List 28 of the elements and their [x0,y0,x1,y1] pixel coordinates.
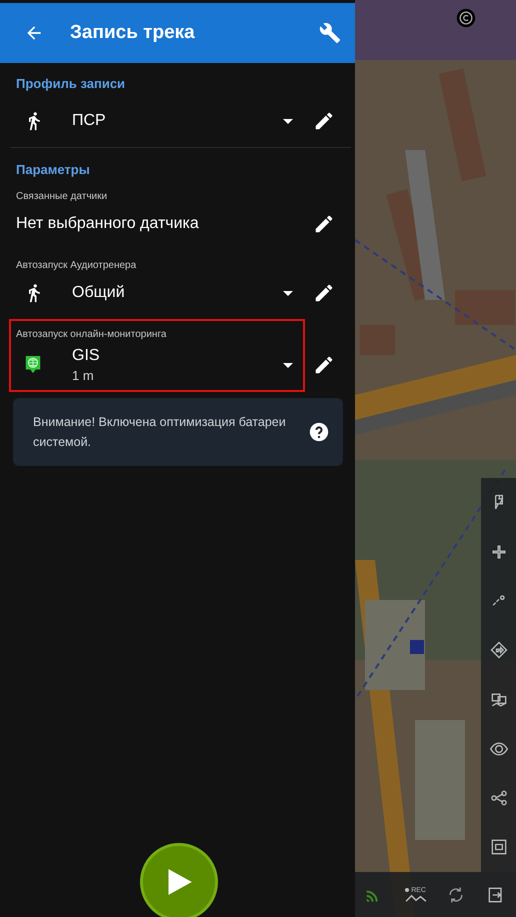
dot-icon [405,888,410,892]
edit-icon[interactable] [313,213,335,235]
field-label: Автозапуск онлайн-мониторинга [15,328,168,340]
dropdown-caret-icon[interactable] [283,118,293,124]
wrench-icon[interactable] [319,22,341,44]
sensor-value[interactable]: Нет выбранного датчика [0,215,313,233]
share-icon[interactable] [488,788,508,808]
section-heading: Профиль записи [15,76,126,91]
interval-value: 1 m [72,368,95,383]
dropdown-value[interactable]: ПСР [72,112,283,130]
dropdown-caret-icon[interactable] [283,362,293,368]
edit-icon[interactable] [313,354,335,376]
screen-title: Запись трека [70,22,196,44]
edit-icon[interactable] [313,110,335,132]
help-icon[interactable] [309,422,329,442]
turn-sign-icon[interactable] [488,640,508,660]
section-heading: Параметры [15,162,91,177]
dropdown-value[interactable]: GIS [72,347,283,365]
field-label: Связанные датчики [15,190,108,202]
dropdown-caret-icon[interactable] [283,290,293,296]
warning-text: Внимание! Включена оптимизация батареи системой. [33,414,287,451]
copyright-icon[interactable] [456,8,476,28]
dropdown-value[interactable]: Общий [72,284,283,302]
wave-icon [404,894,427,902]
edit-icon[interactable] [313,282,335,304]
globe-pin-icon [24,355,42,375]
field-label: Автозапуск Аудиотренера [15,259,138,271]
square-frame-icon[interactable] [488,837,508,858]
